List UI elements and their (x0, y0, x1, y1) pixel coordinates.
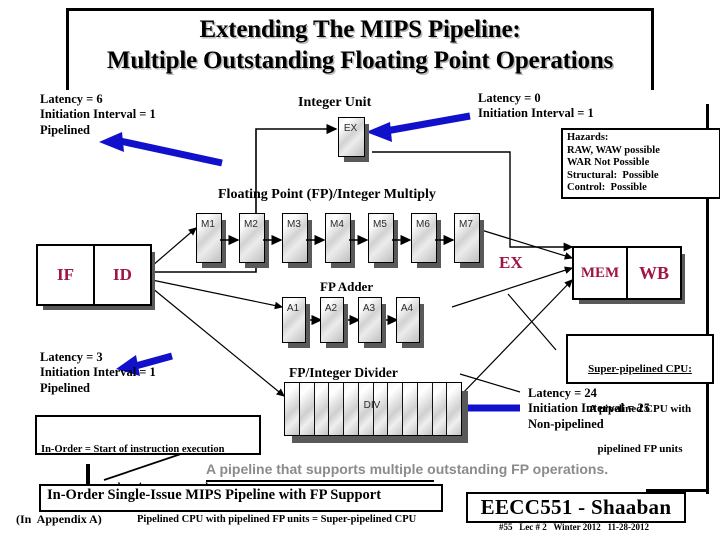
unit-a2[interactable]: A2 (320, 297, 348, 348)
superpipelined-line3: pipelined FP units (597, 442, 683, 455)
pipeline-summary-box: In-Order Single-Issue MIPS Pipeline with… (39, 484, 443, 512)
stage-id[interactable]: ID (95, 246, 150, 304)
stagebox-face: MEM WB (572, 246, 682, 300)
appendix-note: (In Appendix A) (16, 512, 102, 526)
unit-a1[interactable]: A1 (282, 297, 310, 348)
fp-divider-title: FP/Integer Divider (289, 365, 398, 380)
stage-mem[interactable]: MEM (574, 248, 626, 298)
unit-divider[interactable]: DIV (284, 382, 468, 443)
unit-a4[interactable]: A4 (396, 297, 424, 348)
unit-label: A4 (400, 303, 414, 314)
caption-underline (206, 480, 434, 482)
slide-caption: A pipeline that supports multiple outsta… (206, 461, 609, 477)
stagebox-face: IF ID (36, 244, 152, 306)
fp-adder-latency-note: Latency = 3 Initiation Interval = 1 Pipe… (40, 350, 156, 395)
footer-meta: #55 Lec # 2 Winter 2012 11-28-2012 (499, 522, 649, 532)
in-order-line1: In-Order = Start of instruction executio… (41, 444, 255, 457)
unit-a3[interactable]: A3 (358, 297, 386, 348)
superpipelined-equation-note: Pipelined CPU with pipelined FP units = … (137, 514, 417, 525)
front-end-stages[interactable]: IF ID (36, 244, 155, 310)
ex-group-label: EX (499, 253, 523, 272)
unit-label: A2 (324, 303, 338, 314)
superpipelined-note-box: Super-pipelined CPU: A pipelined CPU wit… (566, 334, 714, 455)
fp-adder-title: FP Adder (320, 279, 374, 294)
unit-label: DIV (363, 400, 381, 411)
unit-label: A3 (362, 303, 376, 314)
superpipelined-term: Super-pipelined CPU: (588, 363, 692, 376)
slide-canvas: Extending The MIPS Pipeline: Multiple Ou… (0, 0, 720, 540)
superpipelined-line2: A pipelined CPU with (588, 402, 692, 415)
in-order-term: In-Order (41, 444, 83, 456)
unit-label: A1 (286, 303, 300, 314)
stage-if[interactable]: IF (38, 246, 93, 304)
in-order-note-box: In-Order = Start of instruction executio… (35, 415, 261, 493)
stage-wb[interactable]: WB (628, 248, 680, 298)
footer-course-box: EECC551 - Shaaban (466, 492, 689, 527)
footer-course-title: EECC551 - Shaaban (480, 495, 672, 519)
in-order-definition: = Start of instruction execution (82, 444, 225, 456)
back-end-stages[interactable]: MEM WB (572, 246, 685, 304)
